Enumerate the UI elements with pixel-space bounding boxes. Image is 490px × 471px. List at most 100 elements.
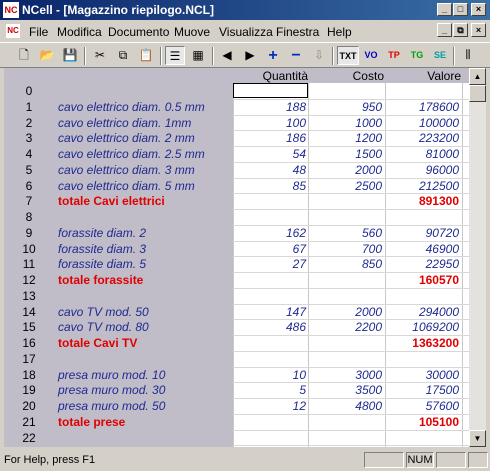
row-number[interactable]: 1 bbox=[4, 100, 54, 114]
copy-icon[interactable]: ⧉ bbox=[113, 46, 133, 65]
plus-icon[interactable]: + bbox=[263, 46, 283, 65]
vertical-scrollbar[interactable]: ▲ ▼ bbox=[469, 68, 486, 447]
row-number[interactable]: 9 bbox=[4, 226, 54, 240]
row-number[interactable]: 3 bbox=[4, 131, 54, 145]
txt-toggle[interactable]: TXT bbox=[337, 46, 359, 65]
row-number[interactable]: 7 bbox=[4, 194, 54, 208]
row-number[interactable]: 21 bbox=[4, 415, 54, 429]
doc-restore-icon[interactable]: ⧉ bbox=[453, 23, 468, 37]
arrow-left-icon[interactable]: ◀ bbox=[217, 46, 237, 65]
table-row[interactable]: 17 bbox=[4, 352, 469, 367]
vo-toggle[interactable]: VO bbox=[361, 46, 381, 65]
move-down-icon[interactable]: ⇩ bbox=[309, 46, 329, 65]
cell-valore: 100000 bbox=[418, 115, 459, 130]
row-number[interactable]: 12 bbox=[4, 273, 54, 287]
table-row[interactable]: 11 forassite diam. 5 27 850 22950 bbox=[4, 257, 469, 272]
tg-toggle[interactable]: TG bbox=[407, 46, 427, 65]
table-row[interactable]: 3 cavo elettrico diam. 2 mm 186 1200 223200 bbox=[4, 131, 469, 146]
row-number[interactable]: 13 bbox=[4, 289, 54, 303]
table-row[interactable]: 2 cavo elettrico diam. 1mm 100 1000 100000 bbox=[4, 116, 469, 131]
row-number[interactable]: 16 bbox=[4, 336, 54, 350]
table-row[interactable]: 6 cavo elettrico diam. 5 mm 85 2500 212500 bbox=[4, 179, 469, 194]
row-number[interactable]: 5 bbox=[4, 163, 54, 177]
table-row[interactable]: 18 presa muro mod. 10 10 3000 30000 bbox=[4, 368, 469, 383]
column-header-costo[interactable]: Costo bbox=[308, 69, 384, 83]
close-icon[interactable]: × bbox=[471, 3, 486, 16]
save-icon[interactable]: 💾 bbox=[60, 46, 80, 65]
status-bar: For Help, press F1 NUM bbox=[0, 450, 490, 471]
minimize-icon[interactable]: _ bbox=[437, 3, 452, 16]
spreadsheet[interactable]: Quantità Costo Valore 0 1 cavo elettrico d… bbox=[4, 68, 469, 447]
row-number[interactable]: 19 bbox=[4, 383, 54, 397]
row-label: totale forassite bbox=[58, 273, 144, 287]
resize-grip-icon[interactable] bbox=[468, 452, 488, 468]
chart-icon[interactable]: ▦ bbox=[188, 46, 208, 65]
row-number[interactable]: 8 bbox=[4, 210, 54, 224]
scroll-down-icon[interactable]: ▼ bbox=[469, 430, 486, 447]
selected-cell[interactable] bbox=[233, 83, 308, 98]
document-icon[interactable]: NC bbox=[6, 24, 20, 38]
row-number[interactable]: 15 bbox=[4, 320, 54, 334]
new-icon[interactable]: 🗋 bbox=[14, 46, 34, 65]
row-number[interactable]: 4 bbox=[4, 147, 54, 161]
table-row[interactable]: 23 VALORE MAGAZZINO 2520170 bbox=[4, 446, 469, 447]
column-header-quantita[interactable]: Quantità bbox=[233, 69, 308, 83]
menu-modifica[interactable]: Modifica bbox=[57, 25, 102, 39]
row-number[interactable]: 10 bbox=[4, 242, 54, 256]
row-number[interactable]: 6 bbox=[4, 179, 54, 193]
row-number[interactable]: 2 bbox=[4, 116, 54, 130]
table-row[interactable]: 15 cavo TV mod. 80 486 2200 1069200 bbox=[4, 320, 469, 335]
row-number[interactable]: 20 bbox=[4, 399, 54, 413]
table-row[interactable]: 5 cavo elettrico diam. 3 mm 48 2000 96000 bbox=[4, 163, 469, 178]
row-number[interactable]: 0 bbox=[4, 84, 54, 98]
minus-icon[interactable]: − bbox=[286, 46, 306, 65]
cell-valore: 1363200 bbox=[412, 336, 459, 350]
cell-quantita: 12 bbox=[292, 399, 306, 413]
table-row[interactable]: 4 cavo elettrico diam. 2.5 mm 54 1500 81000 bbox=[4, 147, 469, 162]
doc-close-icon[interactable]: × bbox=[471, 23, 486, 37]
table-row[interactable]: 16 totale Cavi TV 1363200 bbox=[4, 336, 469, 351]
menu-documento[interactable]: Documento bbox=[108, 25, 169, 39]
menu-file[interactable]: File bbox=[29, 25, 48, 39]
se-toggle[interactable]: SE bbox=[430, 46, 450, 65]
toolbar-separator bbox=[160, 47, 162, 65]
cut-icon[interactable]: ✂ bbox=[90, 46, 110, 65]
table-row[interactable]: 22 bbox=[4, 431, 469, 446]
table-row[interactable]: 14 cavo TV mod. 50 147 2000 294000 bbox=[4, 305, 469, 320]
row-number[interactable]: 14 bbox=[4, 305, 54, 319]
list-view-icon[interactable]: ☰ bbox=[165, 46, 185, 65]
cell-costo: 560 bbox=[361, 225, 382, 240]
tp-toggle[interactable]: TP bbox=[384, 46, 404, 65]
status-help-text: For Help, press F1 bbox=[4, 454, 96, 466]
app-icon[interactable]: NC bbox=[3, 2, 19, 18]
menu-finestra[interactable]: Finestra bbox=[276, 25, 319, 39]
open-icon[interactable]: 📂 bbox=[37, 46, 57, 65]
row-number[interactable]: 17 bbox=[4, 352, 54, 366]
table-row[interactable]: 10 forassite diam. 3 67 700 46900 bbox=[4, 242, 469, 257]
row-number[interactable]: 22 bbox=[4, 431, 54, 445]
columns-icon[interactable]: ⫼ bbox=[458, 46, 478, 65]
table-row[interactable]: 7 totale Cavi elettrici 891300 bbox=[4, 194, 469, 209]
table-row[interactable]: 21 totale prese 105100 bbox=[4, 415, 469, 430]
maximize-icon[interactable]: □ bbox=[453, 3, 468, 16]
arrow-right-icon[interactable]: ▶ bbox=[240, 46, 260, 65]
table-row[interactable]: 9 forassite diam. 2 162 560 90720 bbox=[4, 226, 469, 241]
doc-minimize-icon[interactable]: _ bbox=[437, 23, 452, 37]
menu-help[interactable]: Help bbox=[327, 25, 352, 39]
menu-visualizza[interactable]: Visualizza bbox=[219, 25, 273, 39]
scroll-up-icon[interactable]: ▲ bbox=[469, 68, 486, 85]
table-row[interactable]: 13 bbox=[4, 289, 469, 304]
row-number[interactable]: 18 bbox=[4, 368, 54, 382]
paste-icon[interactable]: 📋 bbox=[136, 46, 156, 65]
row-number[interactable]: 11 bbox=[4, 257, 54, 271]
table-row[interactable]: 19 presa muro mod. 30 5 3500 17500 bbox=[4, 383, 469, 398]
table-row[interactable]: 1 cavo elettrico diam. 0.5 mm 188 950 178600 bbox=[4, 100, 469, 115]
cell-valore: 96000 bbox=[425, 162, 459, 177]
column-header-valore[interactable]: Valore bbox=[385, 69, 461, 83]
menu-muove[interactable]: Muove bbox=[174, 25, 210, 39]
scroll-thumb[interactable] bbox=[469, 85, 486, 102]
table-row[interactable]: 20 presa muro mod. 50 12 4800 57600 bbox=[4, 399, 469, 414]
table-row[interactable]: 8 bbox=[4, 210, 469, 225]
row-number[interactable]: 23 bbox=[4, 446, 54, 447]
table-row[interactable]: 12 totale forassite 160570 bbox=[4, 273, 469, 288]
